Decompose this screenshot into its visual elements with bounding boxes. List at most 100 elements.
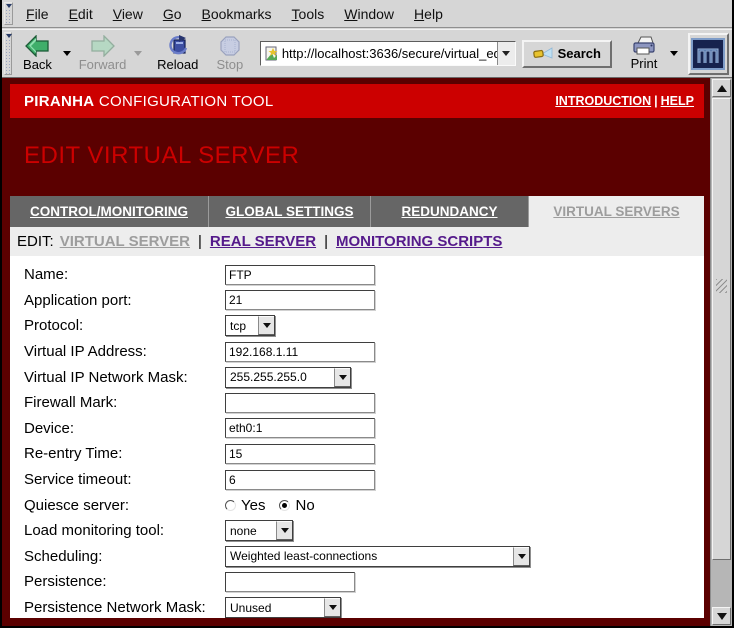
- url-input[interactable]: [282, 46, 497, 61]
- menu-view[interactable]: View: [103, 2, 153, 26]
- name-input[interactable]: [225, 265, 375, 285]
- form-row: Re-entry Time:: [24, 441, 704, 467]
- chevron-down-icon: [502, 51, 510, 56]
- menu-go[interactable]: Go: [153, 2, 192, 26]
- flashlight-icon: [533, 46, 553, 62]
- reentry-time-input[interactable]: [225, 444, 375, 464]
- arrow-down-icon: [717, 613, 727, 620]
- tab-redundancy[interactable]: REDUNDANCY: [371, 196, 529, 227]
- radio-label: No: [295, 497, 314, 514]
- firewall-mark-input[interactable]: [225, 393, 375, 413]
- toolbar-grippy-handle[interactable]: [4, 32, 12, 75]
- application-port-input[interactable]: [225, 290, 375, 310]
- form-row: Protocol: tcp: [24, 313, 704, 339]
- protocol-select-value: tcp: [230, 319, 254, 333]
- field-label: Virtual IP Network Mask:: [24, 369, 225, 386]
- tab-bar: CONTROL/MONITORING GLOBAL SETTINGS REDUN…: [10, 196, 704, 227]
- stop-icon: [219, 35, 241, 57]
- form-row: Persistence Network Mask: Unused: [24, 595, 704, 618]
- subnav-virtual-server-link[interactable]: VIRTUAL SERVER: [60, 233, 190, 250]
- dropdown-arrow-icon: [334, 368, 350, 387]
- persistence-network-mask-select-value: Unused: [230, 601, 320, 615]
- back-button[interactable]: Back: [15, 32, 59, 76]
- service-timeout-input[interactable]: [225, 470, 375, 490]
- print-button[interactable]: Print: [622, 32, 666, 76]
- scrollbar-thumb[interactable]: [712, 98, 731, 560]
- field-label: Persistence:: [24, 573, 225, 590]
- protocol-select[interactable]: tcp: [225, 315, 275, 336]
- scroll-down-button[interactable]: [712, 607, 731, 625]
- piranha-header-band: PIRANHA CONFIGURATION TOOL INTRODUCTION|…: [10, 84, 704, 118]
- tab-control-monitoring[interactable]: CONTROL/MONITORING: [10, 196, 209, 227]
- virtual-ip-network-mask-select[interactable]: 255.255.255.0: [225, 367, 351, 388]
- vertical-scrollbar: [710, 78, 732, 626]
- mozilla-logo-icon: [691, 38, 725, 70]
- print-dropdown-arrow[interactable]: [670, 51, 678, 56]
- subnav-real-server-link[interactable]: REAL SERVER: [210, 233, 316, 250]
- field-label: Quiesce server:: [24, 497, 225, 514]
- url-dropdown-button[interactable]: [497, 42, 515, 65]
- scheduling-select[interactable]: Weighted least-connections: [225, 546, 530, 567]
- form-row: Virtual IP Network Mask: 255.255.255.0: [24, 364, 704, 390]
- mozilla-logo-button[interactable]: [688, 33, 729, 75]
- menu-bookmarks[interactable]: Bookmarks: [192, 2, 282, 26]
- load-monitoring-tool-select-value: none: [230, 524, 272, 538]
- field-label: Name:: [24, 266, 225, 283]
- field-label: Persistence Network Mask:: [24, 599, 225, 616]
- window-body: File Edit View Go Bookmarks Tools Window…: [2, 0, 732, 626]
- reload-icon: [166, 35, 190, 57]
- menu-help[interactable]: Help: [404, 2, 453, 26]
- dropdown-arrow-icon: [276, 521, 292, 540]
- reload-button[interactable]: Reload: [154, 32, 202, 76]
- field-label: Load monitoring tool:: [24, 522, 225, 539]
- forward-dropdown-arrow[interactable]: [134, 51, 142, 56]
- introduction-link[interactable]: INTRODUCTION: [555, 94, 651, 108]
- forward-icon: [90, 35, 116, 57]
- menu-tools[interactable]: Tools: [282, 2, 335, 26]
- virtual-ip-network-mask-select-value: 255.255.255.0: [230, 370, 330, 384]
- stop-button[interactable]: Stop: [208, 32, 252, 76]
- forward-button[interactable]: Forward: [75, 32, 129, 76]
- form-row: Persistence:: [24, 569, 704, 595]
- page-content: PIRANHA CONFIGURATION TOOL INTRODUCTION|…: [10, 84, 704, 626]
- edit-subnav: EDIT: VIRTUAL SERVER | REAL SERVER | MON…: [10, 227, 704, 256]
- browser-window: File Edit View Go Bookmarks Tools Window…: [0, 0, 734, 628]
- load-monitoring-tool-select[interactable]: none: [225, 520, 293, 541]
- menu-bar: File Edit View Go Bookmarks Tools Window…: [2, 0, 732, 28]
- toolbar-grippy-handle[interactable]: [4, 2, 13, 25]
- persistence-input[interactable]: [225, 572, 355, 592]
- menu-window[interactable]: Window: [334, 2, 404, 26]
- device-input[interactable]: [225, 418, 375, 438]
- search-button[interactable]: Search: [522, 40, 612, 68]
- scheduling-select-value: Weighted least-connections: [230, 549, 509, 563]
- menu-file[interactable]: File: [16, 2, 59, 26]
- form-row: Service timeout:: [24, 467, 704, 493]
- printer-icon: [631, 36, 657, 56]
- radio-label: Yes: [241, 497, 265, 514]
- field-label: Device:: [24, 420, 225, 437]
- virtual-ip-address-input[interactable]: [225, 342, 375, 362]
- field-label: Firewall Mark:: [24, 394, 225, 411]
- form-row: Application port:: [24, 288, 704, 314]
- menu-edit[interactable]: Edit: [59, 2, 103, 26]
- help-link[interactable]: HELP: [661, 94, 694, 108]
- form-row: Scheduling: Weighted least-connections: [24, 544, 704, 570]
- tab-global-settings[interactable]: GLOBAL SETTINGS: [209, 196, 371, 227]
- arrow-up-icon: [717, 85, 727, 92]
- field-label: Service timeout:: [24, 471, 225, 488]
- form-row: Quiesce server: Yes No: [24, 492, 704, 518]
- form-row: Firewall Mark:: [24, 390, 704, 416]
- persistence-network-mask-select[interactable]: Unused: [225, 597, 341, 618]
- url-bar: [260, 41, 516, 66]
- scroll-up-button[interactable]: [712, 79, 731, 97]
- form-row: Name:: [24, 262, 704, 288]
- tab-virtual-servers[interactable]: VIRTUAL SERVERS: [529, 196, 704, 227]
- page-title: EDIT VIRTUAL SERVER: [24, 142, 704, 172]
- app-title: PIRANHA CONFIGURATION TOOL: [24, 93, 274, 110]
- navigation-toolbar: Back Forward Reload Stop: [2, 29, 732, 78]
- back-dropdown-arrow[interactable]: [63, 51, 71, 56]
- quiesce-no-radio[interactable]: [279, 500, 290, 511]
- field-label: Virtual IP Address:: [24, 343, 225, 360]
- quiesce-yes-radio[interactable]: [225, 500, 236, 511]
- subnav-monitoring-scripts-link[interactable]: MONITORING SCRIPTS: [336, 233, 502, 250]
